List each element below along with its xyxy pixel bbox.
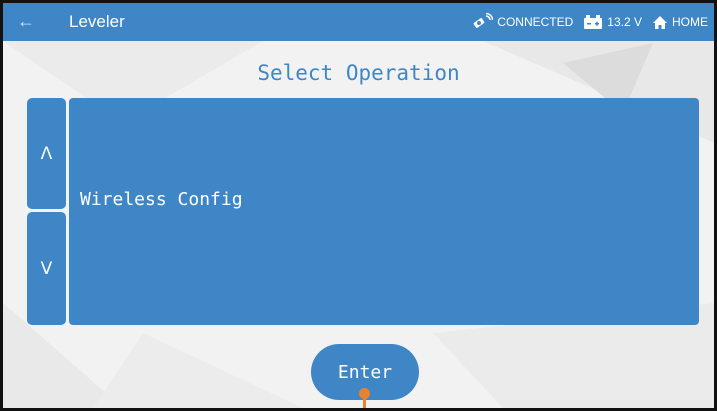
home-icon: [653, 15, 667, 29]
app-title: Leveler: [69, 12, 125, 31]
arrow-left-icon[interactable]: ←: [17, 11, 35, 31]
connection-label: CONNECTED: [497, 15, 574, 29]
scroll-up-button[interactable]: Λ: [27, 98, 66, 209]
connection-status: CONNECTED: [471, 13, 573, 31]
app-frame: ← Leveler CONNECTED 13.2 V HOME Select O…: [0, 0, 717, 411]
home-label: HOME: [672, 15, 708, 29]
battery-voltage: 13.2 V: [607, 15, 642, 29]
battery-icon: [584, 15, 603, 29]
chevron-down-icon: V: [40, 258, 53, 279]
battery-status: 13.2 V: [583, 14, 642, 30]
enter-label: Enter: [337, 361, 393, 383]
selected-operation: Wireless Config: [80, 189, 243, 210]
home-button[interactable]: HOME: [652, 15, 708, 30]
top-bar: ← Leveler CONNECTED 13.2 V HOME: [3, 3, 714, 41]
status-bar: CONNECTED 13.2 V HOME: [471, 13, 714, 31]
scroll-down-button[interactable]: V: [27, 212, 66, 325]
satellite-icon: [473, 13, 494, 28]
operation-selector[interactable]: Wireless Config: [69, 98, 699, 325]
touch-pointer-dot: [359, 388, 370, 399]
page-title: Select Operation: [257, 61, 460, 85]
chevron-up-icon: Λ: [40, 143, 53, 164]
